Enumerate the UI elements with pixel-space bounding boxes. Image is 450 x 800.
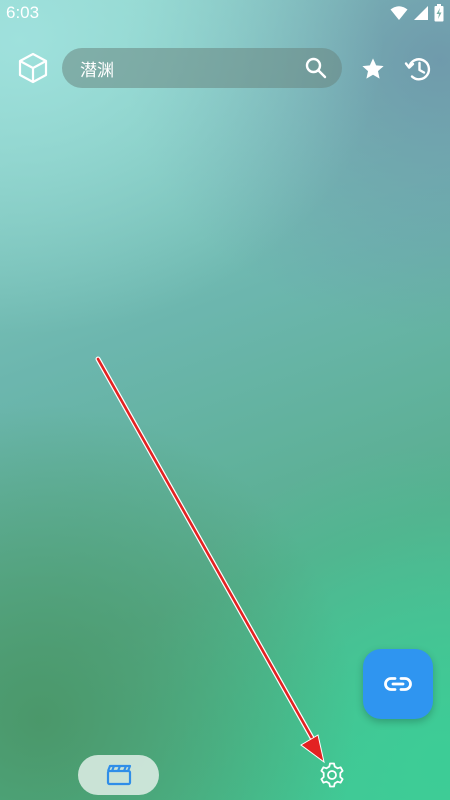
cellular-signal-icon <box>413 5 429 21</box>
settings-gear-icon[interactable] <box>317 760 347 790</box>
link-fab-button[interactable] <box>363 649 433 719</box>
link-icon <box>384 676 412 692</box>
star-icon[interactable] <box>358 54 388 84</box>
search-icon[interactable] <box>304 56 328 80</box>
status-bar: 6:03 <box>0 0 450 26</box>
status-icons <box>390 3 444 23</box>
movie-clapper-icon <box>106 764 132 786</box>
battery-charging-icon <box>434 4 444 22</box>
search-input[interactable] <box>80 48 290 88</box>
wifi-icon <box>390 5 408 21</box>
app-screen: 6:03 <box>0 0 450 800</box>
status-time: 6:03 <box>6 3 40 22</box>
cube-icon[interactable] <box>16 51 50 85</box>
history-icon[interactable] <box>403 53 435 85</box>
search-box[interactable] <box>62 48 342 88</box>
bottom-tab-videos[interactable] <box>78 755 159 795</box>
